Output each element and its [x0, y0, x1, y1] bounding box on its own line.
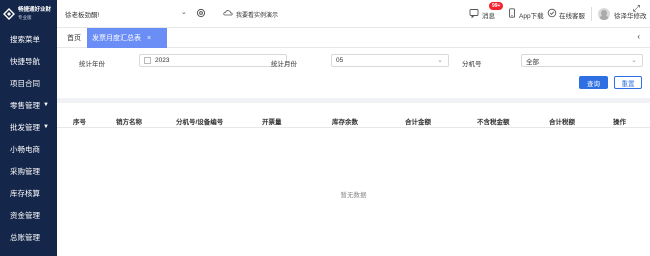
filter-panel: 统计年份 2023 统计月份 05 ⌄ 分机号 全部 ⌄ 查询 重置: [57, 48, 650, 98]
sidebar-item-label: 搜索菜单: [10, 34, 40, 44]
year-picker[interactable]: 2023: [139, 54, 287, 67]
machine-select[interactable]: 全部 ⌄: [521, 54, 643, 67]
sidebar-item-funds[interactable]: 资金管理: [0, 204, 57, 226]
brand-logo[interactable]: 畅捷通好业财 专业版: [0, 0, 57, 28]
tab-home[interactable]: 首页: [67, 33, 81, 43]
sidebar-item-project-contract[interactable]: 项目合同: [0, 72, 57, 94]
settings-icon[interactable]: [196, 8, 206, 18]
cloud-icon: [223, 10, 233, 16]
sidebar-item-retail[interactable]: 零售管理 ▼: [0, 94, 57, 116]
calendar-icon: [144, 57, 151, 64]
brand-name: 畅捷通好业财: [18, 7, 52, 13]
tab-invoice-monthly-summary[interactable]: 发票月度汇总表 ×: [87, 28, 167, 48]
column-header[interactable]: 操作: [613, 116, 626, 126]
app-download-link[interactable]: App下载: [519, 10, 544, 20]
column-header[interactable]: 开票量: [262, 116, 282, 126]
sidebar: 畅捷通好业财 专业版 搜索菜单 快捷导航 项目合同 零售管理 ▼ 批发管理 ▼ …: [0, 0, 57, 256]
collapse-icon[interactable]: ‹: [637, 32, 640, 41]
sidebar-item-quick-nav[interactable]: 快捷导航: [0, 50, 57, 72]
query-button[interactable]: 查询: [579, 76, 608, 89]
sidebar-item-wholesale[interactable]: 批发管理 ▼: [0, 116, 57, 138]
avatar[interactable]: [598, 8, 610, 20]
fullscreen-icon[interactable]: ⤢: [633, 3, 640, 14]
messages-badge: 99+: [489, 2, 504, 10]
column-header[interactable]: 库存余数: [332, 116, 358, 126]
tab-label: 发票月度汇总表: [92, 35, 141, 42]
chevron-down-icon: ▼: [43, 124, 49, 130]
sidebar-item-label: 项目合同: [10, 78, 40, 88]
top-bar: 徐老板劲酮! ⌄ 我要看实例演示 消息 99+ App下载 在线客服 徐泽华修改: [57, 0, 650, 28]
data-table: 序号 销方名称 分机号/设备编号 开票量 库存余数 合计金额 不含税金额 合计税…: [57, 103, 650, 256]
brand-edition: 专业版: [18, 15, 32, 20]
month-select[interactable]: 05 ⌄: [331, 54, 449, 67]
sidebar-item-label: 零售管理: [10, 100, 40, 110]
sidebar-item-label: 资金管理: [10, 210, 40, 220]
chevron-down-icon: ⌄: [631, 57, 637, 64]
user-name[interactable]: 徐泽华修改: [614, 10, 647, 20]
support-link[interactable]: 在线客服: [559, 10, 585, 20]
demo-link[interactable]: 我要看实例演示: [236, 10, 278, 19]
table-header: 序号 销方名称 分机号/设备编号 开票量 库存余数 合计金额 不含税金额 合计税…: [57, 111, 650, 128]
column-header[interactable]: 销方名称: [116, 116, 142, 126]
sidebar-item-label: 小畅电商: [10, 144, 40, 154]
reset-button[interactable]: 重置: [614, 76, 642, 89]
column-header[interactable]: 分机号/设备编号: [176, 116, 223, 126]
chevron-down-icon: ⌄: [437, 57, 443, 64]
sidebar-item-inventory[interactable]: 库存核算: [0, 182, 57, 204]
divider: [591, 7, 592, 21]
phone-icon[interactable]: [507, 8, 517, 18]
sidebar-item-ledger[interactable]: 总账管理: [0, 226, 57, 248]
tabs-bar: 首页 发票月度汇总表 × ‹ ⤢: [57, 3, 650, 48]
company-selector[interactable]: 徐老板劲酮!: [65, 9, 99, 19]
sidebar-item-label: 批发管理: [10, 122, 40, 132]
year-value: 2023: [155, 57, 170, 64]
column-header[interactable]: 合计金额: [405, 116, 431, 126]
sidebar-item-label: 总账管理: [10, 232, 40, 242]
column-header[interactable]: 不含税金额: [477, 116, 510, 126]
column-header[interactable]: 合计税额: [549, 116, 575, 126]
column-header[interactable]: 序号: [73, 116, 86, 126]
sidebar-item-label: 库存核算: [10, 188, 40, 198]
year-label: 统计年份: [79, 61, 105, 68]
headset-icon[interactable]: [547, 8, 557, 18]
logo-icon: [3, 8, 15, 20]
sidebar-item-purchasing[interactable]: 采购管理: [0, 160, 57, 182]
month-label: 统计月份: [271, 61, 297, 68]
sidebar-item-ecommerce[interactable]: 小畅电商: [0, 138, 57, 160]
empty-state: 暂无数据: [340, 192, 367, 199]
chevron-down-icon: ▼: [43, 102, 49, 108]
close-icon[interactable]: ×: [147, 35, 151, 42]
month-value: 05: [336, 57, 344, 64]
sidebar-item-search-menu[interactable]: 搜索菜单: [0, 28, 57, 50]
chevron-down-icon[interactable]: ⌄: [181, 8, 187, 16]
machine-label: 分机号: [462, 61, 482, 68]
messages-link[interactable]: 消息: [482, 10, 495, 20]
sidebar-item-label: 快捷导航: [10, 56, 40, 66]
sidebar-item-label: 采购管理: [10, 166, 40, 176]
machine-value: 全部: [526, 58, 539, 66]
message-icon[interactable]: [469, 8, 479, 18]
